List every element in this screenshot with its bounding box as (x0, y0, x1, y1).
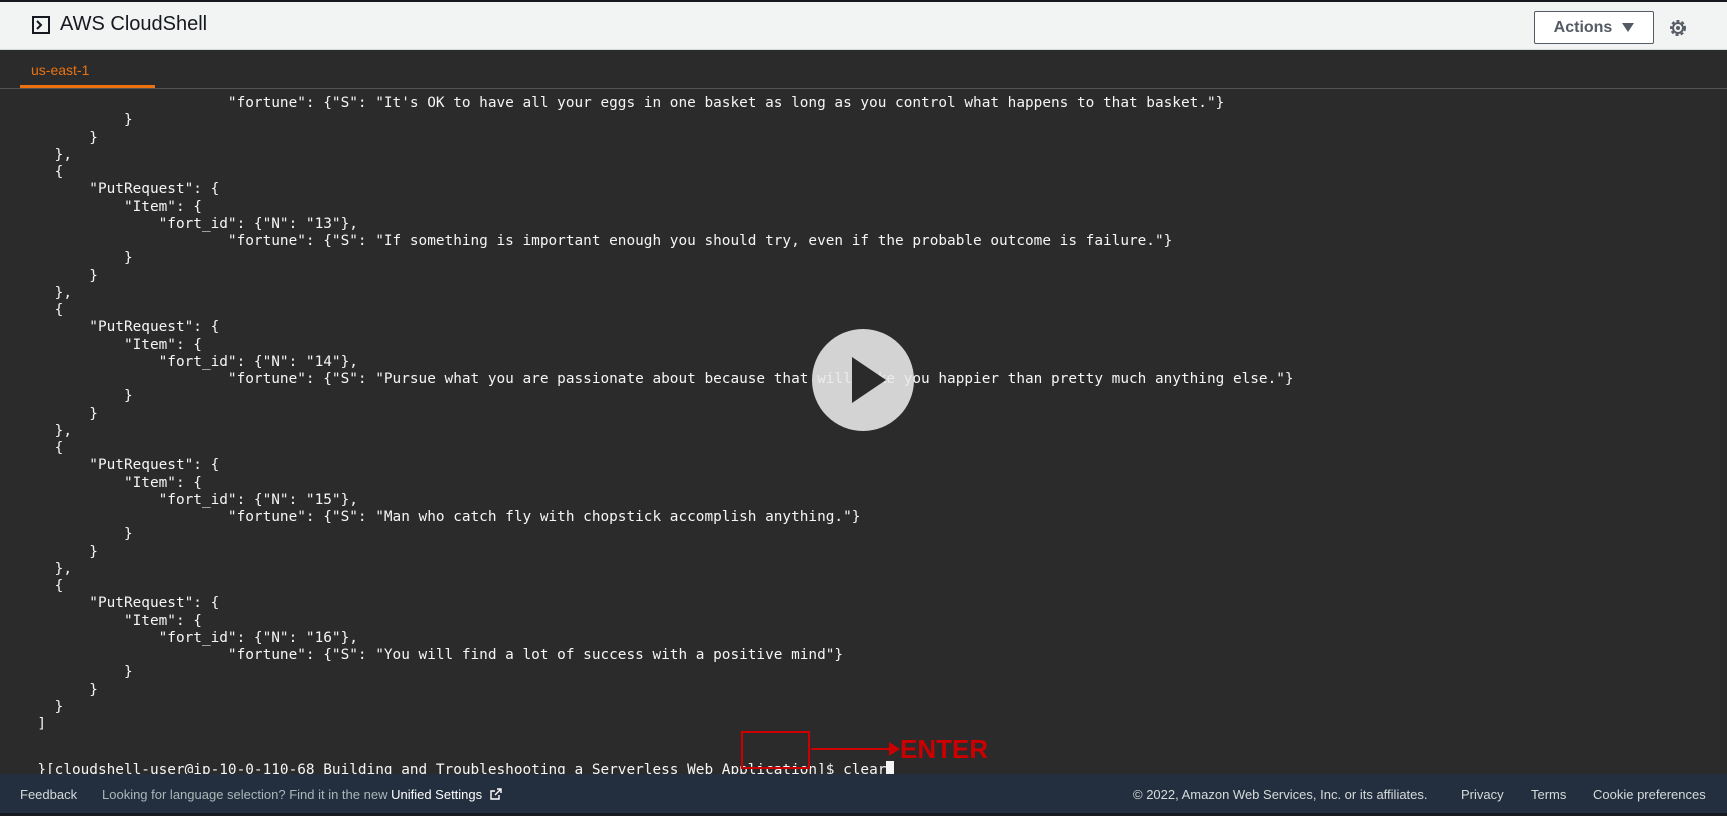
terminal-line: } (20, 250, 133, 267)
terminal-line: } (20, 664, 133, 681)
terminal-line: { (20, 578, 64, 594)
terminal-line: } (20, 112, 133, 129)
terminal-line: ] (20, 716, 46, 732)
terminal-line: "PutRequest": { (20, 595, 220, 612)
terminal-line: "fortune": {"S": "Pursue what you are pa… (20, 371, 1294, 387)
unified-settings-link[interactable]: Unified Settings (391, 787, 482, 802)
app-title: AWS CloudShell (32, 13, 207, 36)
terminal-line: }, (20, 146, 72, 163)
terminal-line: { (20, 164, 64, 180)
terminal-line: } (20, 681, 98, 698)
play-icon[interactable] (812, 329, 914, 431)
terminal-line: "PutRequest": { (20, 181, 220, 198)
terminal-line: "fortune": {"S": "You will find a lot of… (20, 647, 844, 663)
terms-link[interactable]: Terms (1531, 787, 1566, 802)
terminal-line: { (20, 302, 64, 318)
terminal-line: "fort_id": {"N": "15"}, (20, 491, 358, 508)
copyright: © 2022, Amazon Web Services, Inc. or its… (1133, 787, 1428, 802)
enter-annotation: ENTER (900, 734, 989, 764)
arrow-line (811, 748, 891, 750)
terminal-line: { (20, 440, 64, 456)
terminal-line: } (20, 526, 133, 543)
tab-us-east-1[interactable]: us-east-1 (20, 50, 155, 88)
arrow-head-icon (889, 742, 900, 756)
terminal-icon (32, 15, 50, 34)
caret-down-icon (1622, 23, 1635, 32)
language-hint-text: Looking for language selection? Find it … (102, 787, 392, 802)
feedback-link[interactable]: Feedback (20, 787, 77, 802)
terminal-line: "Item": { (20, 336, 202, 353)
terminal-line: "Item": { (20, 474, 202, 491)
terminal-line: "Item": { (20, 198, 202, 215)
terminal-line: "fortune": {"S": "If something is import… (20, 233, 1173, 249)
actions-label: Actions (1553, 18, 1613, 36)
terminal-output[interactable]: "fortune": {"S": "It's OK to have all yo… (0, 95, 1727, 775)
actions-button[interactable]: Actions (1534, 11, 1654, 44)
tab-bar: us-east-1 (0, 50, 1727, 89)
terminal-line: }, (20, 284, 72, 301)
app-title-text: AWS CloudShell (60, 13, 208, 35)
tab-label: us-east-1 (31, 62, 90, 78)
terminal-line: "PutRequest": { (20, 457, 220, 474)
language-hint: Looking for language selection? Find it … (102, 787, 502, 802)
privacy-link[interactable]: Privacy (1461, 787, 1504, 802)
gear-icon[interactable] (1668, 18, 1688, 38)
terminal-line: } (20, 405, 98, 422)
terminal-line: } (20, 388, 133, 405)
highlight-box (741, 731, 810, 769)
top-bar: AWS CloudShell Actions (0, 0, 1727, 50)
terminal-line: "fort_id": {"N": "13"}, (20, 215, 358, 232)
play-triangle (852, 357, 886, 403)
terminal-line: "fortune": {"S": "It's OK to have all yo… (20, 95, 1225, 111)
cookie-preferences-link[interactable]: Cookie preferences (1593, 787, 1706, 802)
terminal-line: "fort_id": {"N": "14"}, (20, 353, 358, 370)
terminal-line: }, (20, 560, 72, 577)
terminal-line: } (20, 267, 98, 284)
terminal-line: } (20, 543, 98, 560)
footer: Feedback Looking for language selection?… (0, 774, 1727, 816)
external-link-icon (490, 788, 502, 800)
terminal-line: }, (20, 422, 72, 439)
terminal-line: "fortune": {"S": "Man who catch fly with… (20, 509, 861, 525)
terminal-line: "fort_id": {"N": "16"}, (20, 629, 358, 646)
terminal-line: "PutRequest": { (20, 319, 220, 336)
terminal-line: } (20, 698, 64, 715)
terminal-line: } (20, 129, 98, 146)
terminal-line: "Item": { (20, 612, 202, 629)
